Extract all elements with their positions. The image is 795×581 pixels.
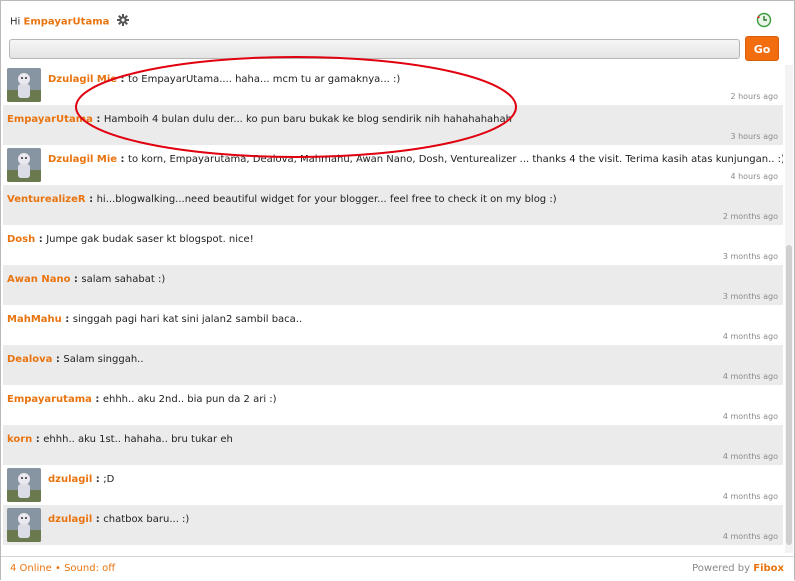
message-row: Empayarutama : ehhh.. aku 2nd.. bia pun … xyxy=(3,385,783,425)
message-line: korn : ehhh.. aku 1st.. hahaha.. bru tuk… xyxy=(7,434,233,445)
powered-by: Powered by Fibox xyxy=(692,563,784,574)
message-line: EmpayarUtama : Hamboih 4 bulan dulu der.… xyxy=(7,114,512,125)
online-count-link[interactable]: 4 Online xyxy=(10,563,52,574)
message-text: ehhh.. aku 2nd.. bia pun da 2 ari :) xyxy=(102,394,277,405)
message-timestamp: 2 hours ago xyxy=(730,92,778,101)
avatar[interactable] xyxy=(7,508,41,542)
message-author[interactable]: dzulagil xyxy=(48,514,92,525)
message-timestamp: 4 months ago xyxy=(722,532,778,541)
message-text: salam sahabat :) xyxy=(81,274,166,285)
history-icon[interactable] xyxy=(756,12,772,28)
message-line: Awan Nano : salam sahabat :) xyxy=(7,274,165,285)
status-line: 4 Online • Sound: off xyxy=(10,563,115,574)
greeting-label: Hi xyxy=(10,16,21,28)
greeting: Hi EmpayarUtama xyxy=(10,14,129,29)
author-separator: : xyxy=(52,354,64,365)
message-line: VenturealizeR : hi...blogwalking...need … xyxy=(7,194,557,205)
author-separator: : xyxy=(61,314,73,325)
author-separator: : xyxy=(70,274,82,285)
message-author[interactable]: Dzulagil Mie xyxy=(48,74,117,85)
message-author[interactable]: dzulagil xyxy=(48,474,92,485)
author-separator: : xyxy=(91,394,103,405)
author-separator: : xyxy=(85,194,97,205)
message-author[interactable]: Dosh xyxy=(7,234,35,245)
message-line: Empayarutama : ehhh.. aku 2nd.. bia pun … xyxy=(7,394,277,405)
author-separator: : xyxy=(32,434,44,445)
message-row: MahMahu : singgah pagi hari kat sini jal… xyxy=(3,305,783,345)
message-timestamp: 3 months ago xyxy=(722,292,778,301)
message-row: VenturealizeR : hi...blogwalking...need … xyxy=(3,185,783,225)
message-line: Dzulagil Mie : to korn, Empayarutama, De… xyxy=(48,154,783,165)
scrollbar[interactable] xyxy=(785,65,793,553)
message-row: dzulagil : chatbox baru... :) 4 months ag… xyxy=(3,505,783,545)
message-row: korn : ehhh.. aku 1st.. hahaha.. bru tuk… xyxy=(3,425,783,465)
message-author[interactable]: korn xyxy=(7,434,32,445)
message-text: to EmpayarUtama.... haha... mcm tu ar ga… xyxy=(128,74,401,85)
message-text: Salam singgah.. xyxy=(63,354,144,365)
chatbox-header: Hi EmpayarUtama xyxy=(1,1,794,37)
message-author[interactable]: VenturealizeR xyxy=(7,194,86,205)
message-text: to korn, Empayarutama, Dealova, Mahmahu,… xyxy=(128,154,783,165)
message-text: singgah pagi hari kat sini jalan2 sambil… xyxy=(72,314,303,325)
message-author[interactable]: Dealova xyxy=(7,354,52,365)
message-author[interactable]: Awan Nano xyxy=(7,274,70,285)
message-author[interactable]: EmpayarUtama xyxy=(7,114,93,125)
message-timestamp: 3 hours ago xyxy=(730,132,778,141)
message-timestamp: 4 hours ago xyxy=(730,172,778,181)
author-separator: : xyxy=(117,154,129,165)
message-input[interactable] xyxy=(9,39,740,59)
message-row: Dealova : Salam singgah.. 4 months ago xyxy=(3,345,783,385)
message-text: Jumpe gak budak saser kt blogspot. nice! xyxy=(46,234,254,245)
avatar[interactable] xyxy=(7,468,41,502)
author-separator: : xyxy=(92,514,104,525)
chatbox-footer: 4 Online • Sound: off Powered by Fibox xyxy=(1,556,794,580)
message-author[interactable]: MahMahu xyxy=(7,314,62,325)
sound-toggle[interactable]: Sound: off xyxy=(64,563,115,574)
message-author[interactable]: Empayarutama xyxy=(7,394,92,405)
message-row: Dzulagil Mie : to korn, Empayarutama, De… xyxy=(3,145,783,185)
message-timestamp: 4 months ago xyxy=(722,452,778,461)
message-timestamp: 3 months ago xyxy=(722,252,778,261)
message-text: ;D xyxy=(103,474,115,485)
message-line: dzulagil : ;D xyxy=(48,474,114,485)
message-line: Dzulagil Mie : to EmpayarUtama.... haha.… xyxy=(48,74,400,85)
avatar[interactable] xyxy=(7,148,41,182)
message-row: Dosh : Jumpe gak budak saser kt blogspot… xyxy=(3,225,783,265)
message-line: Dosh : Jumpe gak budak saser kt blogspot… xyxy=(7,234,254,245)
author-separator: : xyxy=(92,114,104,125)
message-row: Dzulagil Mie : to EmpayarUtama.... haha.… xyxy=(3,65,783,105)
message-row: EmpayarUtama : Hamboih 4 bulan dulu der.… xyxy=(3,105,783,145)
username-link[interactable]: EmpayarUtama xyxy=(24,17,110,28)
avatar[interactable] xyxy=(7,68,41,102)
author-separator: : xyxy=(35,234,47,245)
author-separator: : xyxy=(117,74,129,85)
scrollbar-thumb[interactable] xyxy=(786,245,792,545)
go-button[interactable]: Go xyxy=(745,36,779,61)
message-text: Hamboih 4 bulan dulu der... ko pun baru … xyxy=(103,114,512,125)
message-line: dzulagil : chatbox baru... :) xyxy=(48,514,189,525)
fibox-link[interactable]: Fibox xyxy=(753,563,784,574)
message-line: MahMahu : singgah pagi hari kat sini jal… xyxy=(7,314,302,325)
message-timestamp: 4 months ago xyxy=(722,332,778,341)
powered-by-label: Powered by xyxy=(692,563,751,574)
author-separator: : xyxy=(92,474,104,485)
message-author[interactable]: Dzulagil Mie xyxy=(48,154,117,165)
message-list: Dzulagil Mie : to EmpayarUtama.... haha.… xyxy=(3,65,783,552)
separator-dot: • xyxy=(54,563,61,574)
message-timestamp: 4 months ago xyxy=(722,412,778,421)
message-text: hi...blogwalking...need beautiful widget… xyxy=(96,194,557,205)
message-text: chatbox baru... :) xyxy=(103,514,190,525)
gear-icon[interactable] xyxy=(116,14,129,29)
message-line: Dealova : Salam singgah.. xyxy=(7,354,144,365)
message-timestamp: 2 months ago xyxy=(722,212,778,221)
message-row: dzulagil : ;D 4 months ago xyxy=(3,465,783,505)
message-timestamp: 4 months ago xyxy=(722,372,778,381)
chatbox-widget: Hi EmpayarUtama Go Dzulagil Mie: to Emp… xyxy=(0,0,795,580)
message-timestamp: 4 months ago xyxy=(722,492,778,501)
message-text: ehhh.. aku 1st.. hahaha.. bru tukar eh xyxy=(43,434,233,445)
message-row: Awan Nano : salam sahabat :) 3 months ago xyxy=(3,265,783,305)
